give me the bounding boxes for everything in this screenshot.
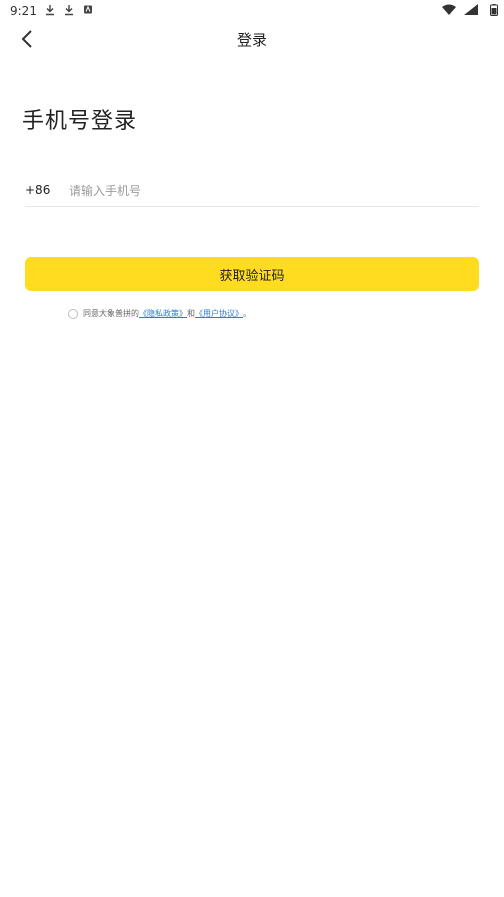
phone-input[interactable] [67,178,471,204]
status-time: 9:21 [10,4,37,18]
get-code-button[interactable]: 获取验证码 [25,257,479,291]
download-icon [46,5,54,16]
battery-icon [490,4,498,16]
agree-checkbox[interactable] [68,308,78,319]
wifi-icon [442,4,456,15]
agreement-prefix: 同意大象普拼的 [83,309,139,318]
login-heading: 手机号登录 [22,109,138,134]
agreement-suffix: 。 [243,309,251,318]
title-bar: 登录 [0,22,504,56]
status-bar: 9:21 [0,0,504,22]
privacy-policy-link[interactable]: 《隐私政策》 [139,308,187,319]
download-icon [65,5,73,16]
user-agreement-link[interactable]: 《用户协议》 [195,308,243,319]
country-code[interactable]: +86 [25,183,50,197]
signal-icon [464,4,478,15]
agreement-connector: 和 [187,309,195,318]
app-notification-icon [84,5,92,14]
page-title: 登录 [236,31,267,49]
phone-input-row: +86 [25,176,479,207]
agreement-row: 同意大象普拼的 《隐私政策》 和 《用户协议》 。 [68,307,251,320]
